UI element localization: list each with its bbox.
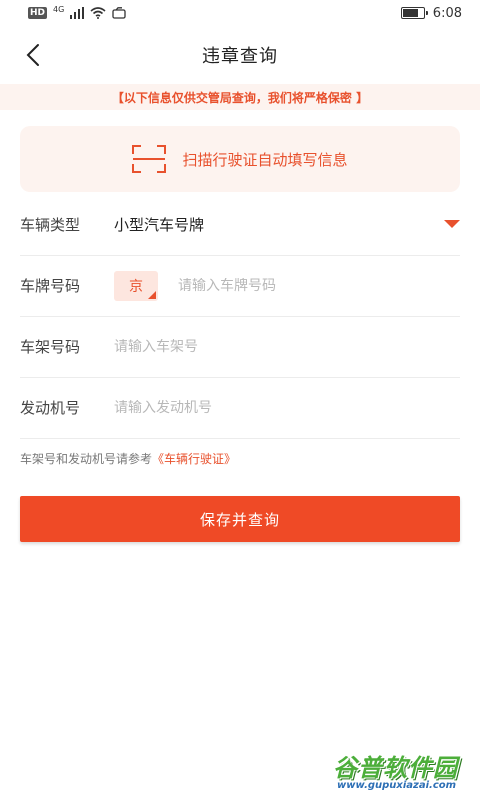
status-bar: HD 4G 6:08 <box>0 0 480 26</box>
status-bar-left: HD 4G <box>28 5 126 19</box>
vehicle-type-row[interactable]: 车辆类型 小型汽车号牌 <box>20 194 460 256</box>
engine-number-input[interactable] <box>114 399 460 416</box>
license-reference-link[interactable]: 《车辆行驶证》 <box>152 452 236 466</box>
watermark: 谷普软件园 www.gupuxiazai.com <box>333 748 479 798</box>
hint-text: 车架号和发动机号请参考 <box>20 452 153 466</box>
scan-license-button[interactable]: 扫描行驶证自动填写信息 <box>20 126 460 192</box>
province-selector[interactable]: 京 <box>114 270 158 301</box>
scan-icon <box>132 145 167 173</box>
clock: 6:08 <box>432 5 462 21</box>
signal-icon <box>70 7 85 19</box>
plate-number-input[interactable] <box>178 277 460 294</box>
back-arrow-icon[interactable] <box>20 40 48 70</box>
hd-badge: HD <box>28 7 48 19</box>
status-bar-right: 6:08 <box>400 5 462 21</box>
watermark-url: www.gupuxiazai.com <box>337 780 457 791</box>
battery-fill <box>402 9 418 17</box>
network-label: 4G <box>53 5 65 14</box>
wifi-icon <box>90 7 106 19</box>
page-title: 违章查询 <box>202 46 278 67</box>
engine-row: 发动机号 <box>20 377 460 439</box>
watermark-logo: 谷普软件园 <box>333 754 458 782</box>
nav-bar: 违章查询 <box>0 30 480 80</box>
scan-label: 扫描行驶证自动填写信息 <box>182 150 348 169</box>
dropdown-caret-icon[interactable] <box>444 220 460 228</box>
vehicle-type-value[interactable]: 小型汽车号牌 <box>114 214 204 235</box>
vehicle-type-label: 车辆类型 <box>20 216 81 234</box>
vin-row: 车架号码 <box>20 316 460 378</box>
reference-hint: 车架号和发动机号请参考《车辆行驶证》 <box>20 450 236 467</box>
plate-number-row: 车牌号码 京 <box>20 255 460 317</box>
plate-number-label: 车牌号码 <box>20 277 81 295</box>
engine-label: 发动机号 <box>20 399 81 417</box>
notification-icon <box>112 7 126 19</box>
vin-input[interactable] <box>114 338 460 355</box>
province-corner-icon <box>148 290 156 299</box>
battery-icon <box>400 7 428 19</box>
vin-label: 车架号码 <box>20 338 81 356</box>
save-and-query-button[interactable]: 保存并查询 <box>20 496 460 542</box>
privacy-notice: 【以下信息仅供交管局查询，我们将严格保密 】 <box>0 84 480 110</box>
province-value: 京 <box>129 278 143 295</box>
